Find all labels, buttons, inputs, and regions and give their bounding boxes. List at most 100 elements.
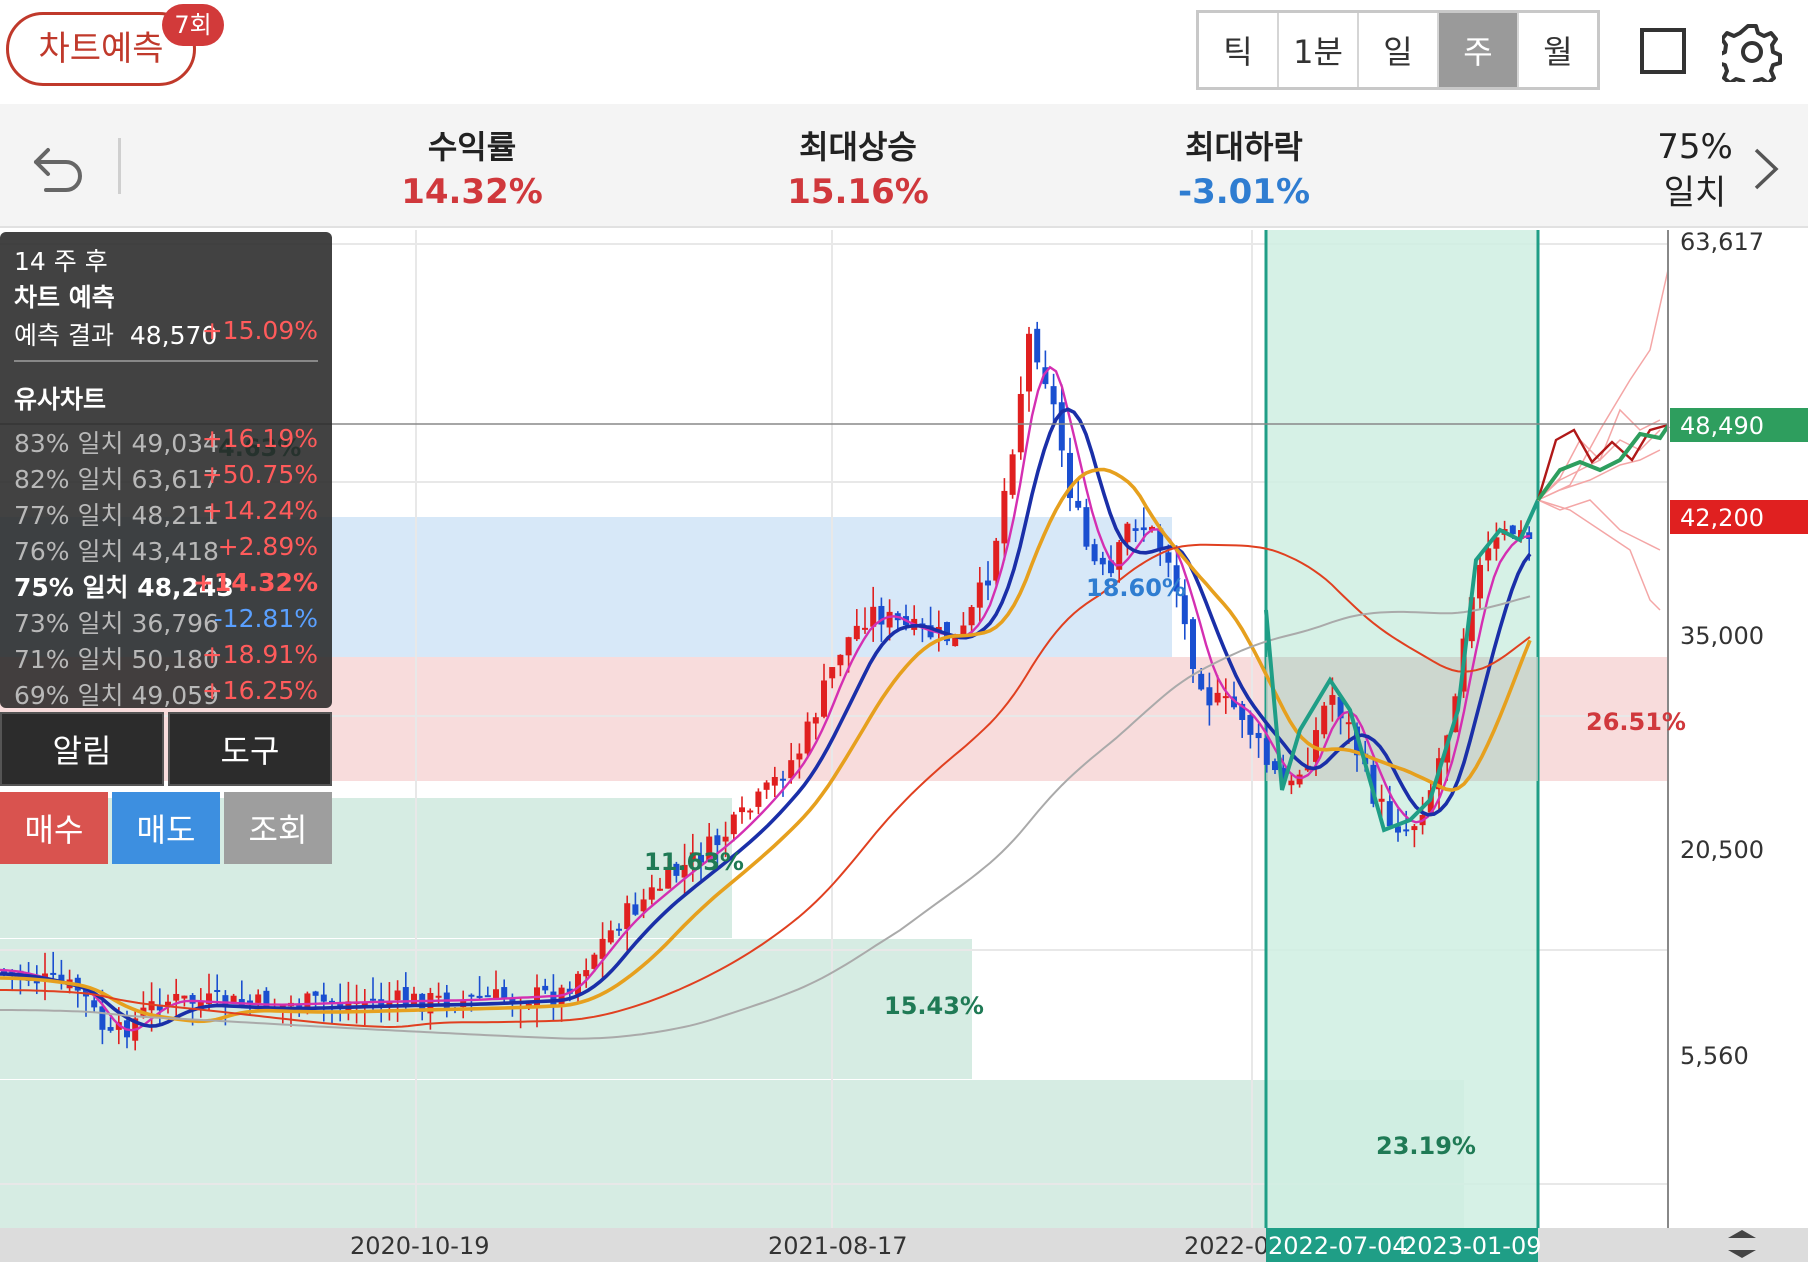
volume-profile-pct: 11.63% (644, 848, 744, 876)
candle-body (1140, 527, 1147, 531)
gear-icon[interactable] (1722, 22, 1782, 82)
candle-body (616, 928, 622, 931)
x-tick-label: 2022-0 (1184, 1232, 1269, 1260)
similar-row[interactable]: 76% 일치 43,418 (14, 532, 219, 568)
match-indicator[interactable]: 75% 일치 (1640, 124, 1750, 216)
candle-body (730, 814, 737, 835)
candle-body (1321, 705, 1328, 735)
similar-pct: +16.25% (201, 676, 318, 705)
sell-button[interactable]: 매도 (112, 792, 220, 864)
inquiry-button[interactable]: 조회 (224, 792, 332, 864)
similar-chart-panel: 14 주 후 차트 예측 예측 결과 48,570 +15.09% 유사차트 8… (0, 232, 332, 710)
candle-body (985, 580, 991, 586)
similar-row[interactable]: 82% 일치 63,617 (14, 460, 219, 496)
candle-body (50, 972, 57, 975)
similar-row[interactable]: 71% 일치 50,180 (14, 640, 219, 676)
candle-body (173, 993, 180, 1001)
candle-body (99, 1006, 106, 1030)
tab-month[interactable]: 월 (1519, 13, 1597, 87)
candle-body (624, 903, 631, 930)
candle-body (1099, 557, 1106, 565)
candle-body (1477, 564, 1483, 599)
candle-body (862, 627, 868, 630)
stats-divider (118, 138, 121, 194)
candle-body (796, 753, 803, 760)
similar-match: 82% 일치 (14, 465, 132, 494)
candle-body (1017, 393, 1024, 453)
stat-max-down: 최대하락 -3.01% (1114, 122, 1374, 212)
candle-body (1214, 692, 1221, 703)
similar-row[interactable]: 73% 일치 36,796 (14, 604, 219, 640)
weeks-after-label: 14 주 후 (14, 247, 108, 276)
candle-body (411, 993, 417, 1006)
similar-row[interactable]: 77% 일치 48,211 (14, 496, 219, 532)
candle-body (181, 995, 188, 999)
current-price-text: 48,490 (1680, 412, 1764, 440)
candle-body (771, 776, 778, 786)
volume-profile-pct: 23.19% (1376, 1132, 1476, 1160)
fullscreen-square-icon[interactable] (1640, 28, 1686, 74)
stat-return: 수익률 14.32% (342, 122, 602, 212)
y-tick-label: 5,560 (1680, 1042, 1749, 1070)
volume-profile-band (0, 798, 732, 938)
candle-body (812, 717, 819, 724)
similar-row[interactable]: 69% 일치 49,059 (14, 676, 219, 712)
stat-max-up-label: 최대상승 (799, 128, 917, 166)
tab-1min[interactable]: 1분 (1279, 13, 1359, 87)
forecast-line (1537, 269, 1669, 501)
similar-pct: -12.81% (213, 604, 318, 633)
candle-body (542, 985, 549, 991)
candle-body (189, 995, 196, 1004)
panel-separator (14, 360, 318, 362)
candle-body (722, 836, 729, 842)
candle-body (1509, 525, 1516, 535)
highlight-start-date: 2022-07-04 (1268, 1232, 1407, 1260)
candle-body (91, 1000, 98, 1008)
candle-body (632, 904, 639, 915)
similar-pct: +18.91% (201, 640, 318, 669)
candle-body (1345, 722, 1352, 725)
candle-body (1222, 696, 1229, 699)
candle-body (1009, 454, 1016, 495)
candle-body (550, 991, 557, 1006)
similar-row[interactable]: 83% 일치 49,034 (14, 424, 219, 460)
tab-day[interactable]: 일 (1359, 13, 1439, 87)
panel-title: 차트 예측 (14, 283, 115, 312)
alert-button[interactable]: 알림 (0, 712, 164, 786)
candle-body (853, 625, 860, 640)
x-tick-label: 2021-08-17 (768, 1232, 907, 1260)
highlight-end-date: 2023-01-09 (1402, 1232, 1541, 1260)
candle-body (837, 654, 844, 666)
candle-body (657, 888, 663, 891)
tools-button[interactable]: 도구 (168, 712, 332, 786)
y-tick-label: 20,500 (1680, 836, 1764, 864)
candle-body (993, 540, 1000, 581)
volume-profile-pct: 18.60% (1086, 574, 1186, 602)
similar-price: 36,796 (131, 609, 219, 638)
similar-match: 83% 일치 (14, 429, 132, 458)
candle-body (1026, 333, 1032, 392)
undo-back-icon[interactable] (30, 138, 90, 198)
candle-body (1296, 774, 1303, 785)
tab-week[interactable]: 주 (1439, 13, 1519, 87)
buy-button[interactable]: 매수 (0, 792, 108, 864)
candle-body (1050, 386, 1057, 405)
candle-body (1403, 829, 1410, 832)
tab-tick[interactable]: 틱 (1199, 13, 1279, 87)
stat-max-up: 최대상승 15.16% (728, 122, 988, 212)
similar-pct: +14.24% (201, 496, 318, 525)
stat-return-label: 수익률 (427, 128, 517, 166)
chevron-right-icon[interactable] (1748, 144, 1784, 194)
candle-body (739, 807, 745, 813)
candle-body (968, 607, 975, 626)
predict-count-badge: 7회 (162, 4, 224, 46)
candle-body (1378, 798, 1385, 802)
candle-body (640, 899, 647, 912)
candle-body (1083, 507, 1090, 547)
candle-body (468, 994, 475, 997)
candle-body (1288, 780, 1295, 786)
candle-body (394, 990, 401, 1001)
candle-body (1124, 523, 1131, 543)
candle-body (230, 995, 237, 1003)
candle-body (599, 938, 606, 959)
